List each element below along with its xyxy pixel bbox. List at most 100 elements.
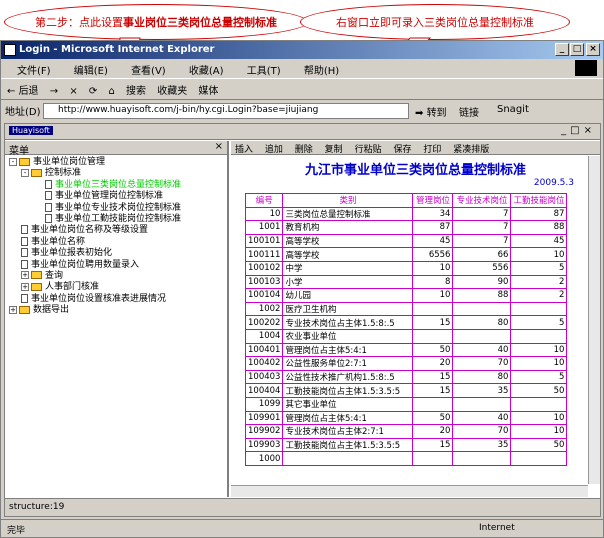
table-cell[interactable]: 高等学校 bbox=[282, 247, 414, 262]
collapse-icon[interactable]: - bbox=[9, 157, 17, 166]
save-button[interactable]: 保存 bbox=[393, 145, 411, 155]
table-row[interactable]: 109902 专业技术岗位占主体2:7:1 20 70 10 bbox=[244, 424, 568, 439]
table-cell[interactable]: 100401 bbox=[244, 342, 284, 358]
table-cell[interactable]: 5 bbox=[510, 369, 568, 385]
append-button[interactable]: 追加 bbox=[265, 145, 283, 155]
table-cell[interactable]: 66 bbox=[452, 247, 512, 262]
forward-button[interactable]: → bbox=[50, 86, 58, 97]
table-cell[interactable]: 45 bbox=[510, 233, 568, 249]
media-button[interactable]: 媒体 bbox=[198, 82, 218, 97]
table-cell[interactable]: 109903 bbox=[244, 437, 284, 453]
table-cell[interactable]: 80 bbox=[452, 315, 512, 330]
address-input[interactable]: http://www.huayisoft.com/j-bin/hy.cgi.Lo… bbox=[43, 103, 409, 119]
table-row[interactable]: 100101 高等学校 45 7 45 bbox=[244, 233, 568, 249]
close-button[interactable]: × bbox=[586, 43, 600, 56]
tree-item[interactable]: + 人事部门核准 bbox=[9, 282, 227, 293]
table-cell[interactable]: 15 bbox=[412, 369, 454, 385]
table-cell[interactable]: 50 bbox=[412, 342, 454, 358]
table-cell[interactable]: 高等学校 bbox=[282, 233, 414, 249]
insert-button[interactable]: 插入 bbox=[235, 145, 253, 155]
table-cell[interactable] bbox=[452, 396, 512, 412]
table-cell[interactable]: 7 bbox=[452, 220, 512, 235]
back-button[interactable]: ← 后退 bbox=[7, 82, 39, 97]
table-row[interactable]: 1000 bbox=[244, 451, 568, 466]
table-cell[interactable]: 小学 bbox=[282, 274, 414, 290]
stop-button[interactable]: × bbox=[69, 86, 77, 97]
menu-tools[interactable]: 工具(T) bbox=[247, 66, 281, 77]
table-cell[interactable] bbox=[510, 451, 568, 466]
table-cell[interactable]: 中学 bbox=[282, 260, 414, 276]
table-cell[interactable]: 100104 bbox=[244, 288, 284, 303]
expand-icon[interactable]: + bbox=[21, 271, 29, 280]
table-cell[interactable]: 556 bbox=[452, 260, 512, 276]
horizontal-scrollbar[interactable] bbox=[231, 485, 588, 497]
table-cell[interactable]: 管理岗位占主体5:4:1 bbox=[282, 410, 414, 426]
tree-item[interactable]: - 控制标准 bbox=[9, 168, 227, 179]
links-button[interactable]: 链接 bbox=[459, 104, 479, 119]
table-cell[interactable]: 100202 bbox=[244, 315, 284, 330]
table-cell[interactable]: 10 bbox=[510, 247, 568, 262]
table-cell[interactable]: 10 bbox=[510, 356, 568, 371]
table-cell[interactable]: 10 bbox=[510, 342, 568, 358]
table-cell[interactable]: 45 bbox=[412, 233, 454, 249]
table-cell[interactable]: 7 bbox=[452, 233, 512, 249]
app-window-controls[interactable]: _□× bbox=[561, 125, 596, 136]
table-cell[interactable]: 15 bbox=[412, 437, 454, 453]
delete-button[interactable]: 删除 bbox=[295, 145, 313, 155]
table-cell[interactable] bbox=[510, 396, 568, 412]
table-cell[interactable]: 88 bbox=[510, 220, 568, 235]
tree-item[interactable]: + 数据导出 bbox=[9, 305, 227, 316]
table-cell[interactable]: 幼儿园 bbox=[282, 288, 414, 303]
table-cell[interactable]: 医疗卫生机构 bbox=[282, 301, 414, 317]
table-cell[interactable]: 15 bbox=[412, 315, 454, 330]
refresh-button[interactable]: ⟳ bbox=[89, 86, 97, 97]
table-cell[interactable]: 工勤技能岗位占主体1.5:3.5:5 bbox=[282, 383, 414, 398]
tree-item[interactable]: 事业单位专业技术岗位控制标准 bbox=[9, 202, 227, 214]
expand-icon[interactable]: + bbox=[21, 282, 29, 291]
table-cell[interactable] bbox=[510, 301, 568, 317]
table-cell[interactable]: 农业事业单位 bbox=[282, 328, 414, 344]
table-row[interactable]: 100102 中学 10 556 5 bbox=[244, 260, 568, 276]
go-button[interactable]: ➡ 转到 bbox=[415, 104, 447, 119]
print-button[interactable]: 打印 bbox=[423, 145, 441, 155]
table-cell[interactable]: 5 bbox=[510, 315, 568, 330]
table-cell[interactable]: 教育机构 bbox=[282, 220, 414, 235]
menu-file[interactable]: 文件(F) bbox=[17, 66, 51, 77]
table-cell[interactable]: 87 bbox=[510, 206, 568, 222]
table-cell[interactable]: 90 bbox=[452, 274, 512, 290]
tree-item[interactable]: + 查询 bbox=[9, 271, 227, 282]
table-cell[interactable] bbox=[452, 301, 512, 317]
menu-view[interactable]: 查看(V) bbox=[131, 66, 166, 77]
table-cell[interactable]: 70 bbox=[452, 356, 512, 371]
table-cell[interactable]: 109901 bbox=[244, 410, 284, 426]
table-cell[interactable]: 100404 bbox=[244, 383, 284, 398]
table-cell[interactable]: 2 bbox=[510, 288, 568, 303]
table-row[interactable]: 100111 高等学校 6556 66 10 bbox=[244, 247, 568, 262]
table-cell[interactable] bbox=[452, 451, 512, 466]
table-cell[interactable]: 6556 bbox=[412, 247, 454, 262]
table-cell[interactable]: 7 bbox=[452, 206, 512, 222]
table-cell[interactable] bbox=[412, 451, 454, 466]
table-row[interactable]: 1002 医疗卫生机构 bbox=[244, 301, 568, 317]
tree-item[interactable]: 事业单位工勤技能岗位控制标准 bbox=[9, 213, 227, 225]
favorites-button[interactable]: 收藏夹 bbox=[157, 82, 187, 97]
table-row[interactable]: 100402 公益性服务单位2:7:1 20 70 10 bbox=[244, 356, 568, 371]
collapse-icon[interactable]: - bbox=[21, 168, 29, 177]
table-cell[interactable]: 1099 bbox=[244, 396, 284, 412]
table-row[interactable]: 1001 教育机构 87 7 88 bbox=[244, 220, 568, 235]
table-cell[interactable]: 50 bbox=[510, 437, 568, 453]
table-cell[interactable]: 公益性服务单位2:7:1 bbox=[282, 356, 414, 371]
table-row[interactable]: 10 三类岗位总量控制标准 34 7 87 bbox=[244, 206, 568, 222]
table-row[interactable]: 1099 其它事业单位 bbox=[244, 396, 568, 412]
tree-item[interactable]: 事业单位岗位名称及等级设置 bbox=[9, 225, 227, 236]
table-cell[interactable]: 50 bbox=[510, 383, 568, 398]
tree-item[interactable]: 事业单位三类岗位总量控制标准 bbox=[9, 179, 227, 191]
table-row[interactable]: 100401 管理岗位占主体5:4:1 50 40 10 bbox=[244, 342, 568, 358]
table-cell[interactable]: 100102 bbox=[244, 260, 284, 276]
table-cell[interactable]: 100402 bbox=[244, 356, 284, 371]
vertical-scrollbar[interactable] bbox=[588, 156, 600, 484]
expand-icon[interactable]: + bbox=[9, 305, 17, 314]
table-cell[interactable]: 40 bbox=[452, 342, 512, 358]
table-cell[interactable]: 34 bbox=[412, 206, 454, 222]
table-cell[interactable]: 1002 bbox=[244, 301, 284, 317]
